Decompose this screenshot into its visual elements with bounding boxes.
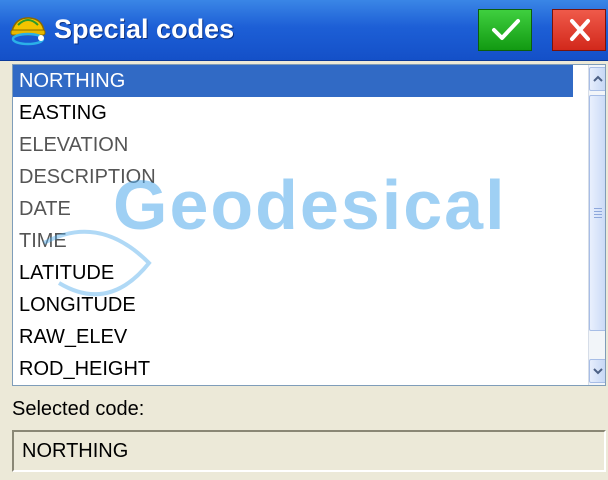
list-item[interactable]: TIME <box>13 225 573 257</box>
scroll-up-button[interactable] <box>589 67 605 91</box>
grip-icon <box>594 208 602 220</box>
list-item[interactable]: LONGITUDE <box>13 289 573 321</box>
close-icon <box>570 19 590 41</box>
selected-code-label: Selected code: <box>12 398 145 420</box>
list-item[interactable]: LATITUDE <box>13 257 573 289</box>
selected-code-field: NORTHING <box>12 430 606 472</box>
chevron-up-icon <box>593 75 603 82</box>
special-codes-list[interactable]: NORTHING EASTING ELEVATION DESCRIPTION D… <box>12 64 606 386</box>
close-button[interactable] <box>552 9 606 51</box>
satellite-helmet-icon <box>10 17 46 46</box>
list-item[interactable]: RAW_ELEV <box>13 321 573 353</box>
title-bar: Special codes <box>0 0 608 61</box>
ok-button[interactable] <box>478 9 532 51</box>
list-item[interactable]: DATE <box>13 193 573 225</box>
list-item[interactable]: ELEVATION <box>13 129 573 161</box>
list-item[interactable]: ROD_HEIGHT <box>13 353 573 385</box>
checkmark-icon <box>492 19 520 40</box>
scroll-down-button[interactable] <box>589 359 605 383</box>
list-item[interactable]: EASTING <box>13 97 573 129</box>
scroll-thumb[interactable] <box>589 95 605 331</box>
list-item[interactable]: DESCRIPTION <box>13 161 573 193</box>
chevron-down-icon <box>593 368 603 375</box>
window-title: Special codes <box>54 14 235 44</box>
vertical-scrollbar[interactable] <box>588 65 605 385</box>
list-item[interactable]: NORTHING <box>13 65 573 97</box>
